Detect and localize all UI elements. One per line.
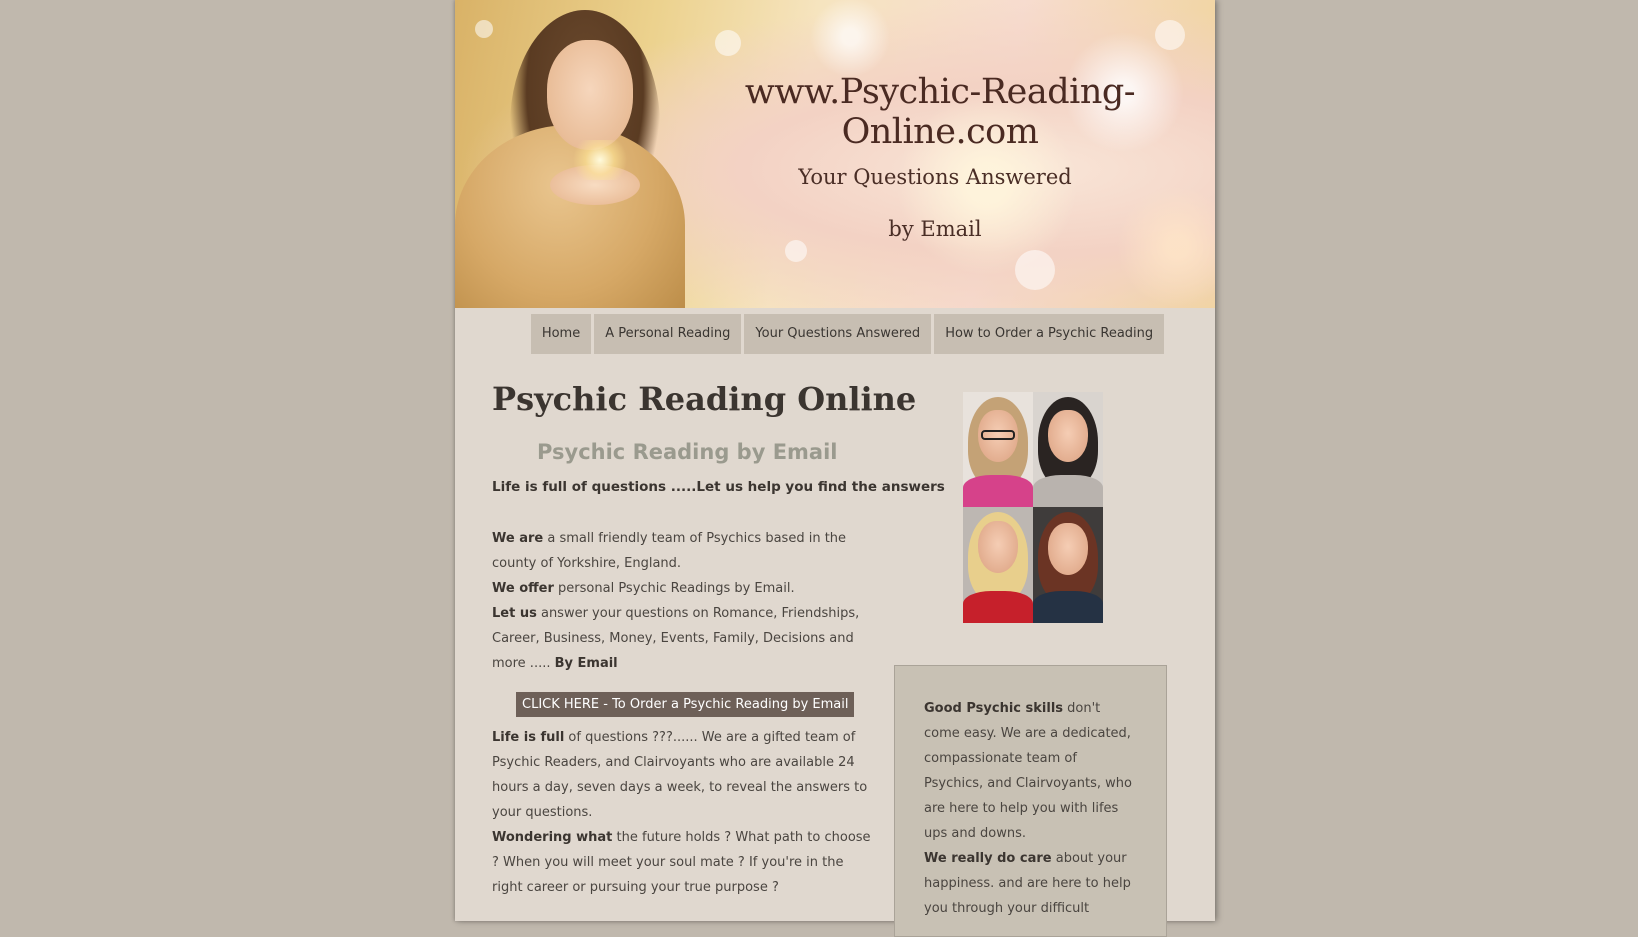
team-photo (963, 507, 1033, 623)
team-photo-grid (963, 392, 1103, 623)
main-nav: Home A Personal Reading Your Questions A… (455, 314, 1215, 354)
header-banner: www.Psychic-Reading-Online.com Your Ques… (455, 0, 1215, 308)
lead-text: Life is full of questions .....Let us he… (492, 479, 945, 495)
page-title: Psychic Reading Online (492, 380, 917, 418)
nav-item-home[interactable]: Home (530, 314, 592, 354)
we-offer-text: personal Psychic Readings by Email. (553, 581, 795, 596)
life-full-bold: Life is full (492, 730, 565, 745)
life-full-paragraph: Life is full of questions ???...... We a… (492, 725, 872, 825)
wondering-paragraph: Wondering what the future holds ? What p… (492, 825, 872, 900)
page-container: www.Psychic-Reading-Online.com Your Ques… (455, 0, 1215, 937)
we-offer-bold: We offer (492, 581, 554, 596)
let-us-text: answer your questions on Romance, Friend… (492, 606, 860, 671)
team-photo (963, 392, 1033, 507)
bokeh-sparkle (785, 240, 807, 262)
banner-tagline-line2: by Email (888, 217, 982, 241)
nav-item-how-to-order[interactable]: How to Order a Psychic Reading (934, 314, 1165, 354)
team-photo (1033, 392, 1103, 507)
sidebar-info-box: Good Psychic skills don't come easy. We … (894, 665, 1167, 937)
by-email-bold: By Email (554, 656, 618, 671)
bokeh-sparkle (475, 20, 493, 38)
site-url-logo: www.Psychic-Reading-Online.com (744, 72, 1136, 152)
let-us-bold: Let us (492, 606, 537, 621)
care-bold: We really do care (924, 851, 1052, 866)
skills-bold: Good Psychic skills (924, 701, 1064, 716)
we-are-text: a small friendly team of Psychics based … (492, 531, 847, 571)
skills-text: don't come easy. We are a dedicated, com… (924, 701, 1132, 841)
sidebar-text: Good Psychic skills don't come easy. We … (924, 696, 1134, 921)
page-subtitle: Psychic Reading by Email (537, 440, 838, 464)
we-are-bold: We are (492, 531, 544, 546)
banner-tagline-line1: Your Questions Answered (798, 165, 1072, 189)
bokeh-sparkle (1015, 250, 1055, 290)
bokeh-sparkle (715, 30, 741, 56)
nav-item-questions-answered[interactable]: Your Questions Answered (744, 314, 932, 354)
wondering-bold: Wondering what (492, 830, 613, 845)
nav-item-personal-reading[interactable]: A Personal Reading (594, 314, 742, 354)
order-reading-button[interactable]: CLICK HERE - To Order a Psychic Reading … (516, 692, 855, 717)
bokeh-sparkle (1155, 20, 1185, 50)
team-paragraph: We are a small friendly team of Psychics… (492, 526, 872, 676)
team-photo (1033, 507, 1103, 623)
